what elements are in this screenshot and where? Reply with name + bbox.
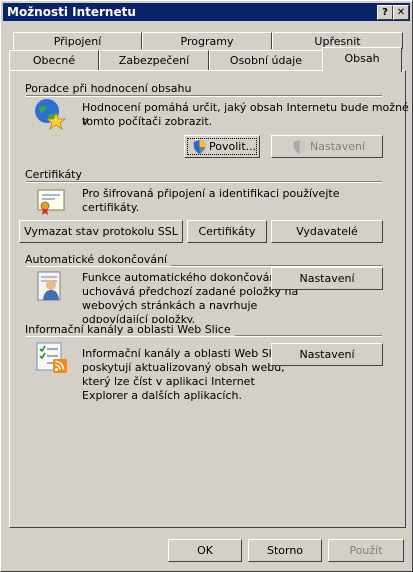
enable-label: Povolit... <box>209 140 257 153</box>
tab-general[interactable]: Obecné <box>9 50 99 70</box>
feeds-desc-3: který lze číst v aplikaci Internet <box>82 375 255 388</box>
tab-privacy[interactable]: Osobní údaje <box>209 50 323 70</box>
ok-button[interactable]: OK <box>168 539 242 562</box>
certificates-button[interactable]: Certifikáty <box>187 220 267 243</box>
globe-star-icon <box>35 99 66 130</box>
certificate-icon <box>37 189 65 215</box>
window-title: Možnosti Internetu <box>7 5 136 19</box>
autocomplete-desc-1: Funkce automatického dokončování <box>82 271 280 284</box>
autocomplete-settings-button[interactable]: Nastavení <box>271 267 383 290</box>
content-advisor-heading: Poradce při hodnocení obsahu <box>25 82 196 95</box>
feeds-desc-2: poskytují aktualizovaný obsah webů, <box>82 361 285 374</box>
feeds-desc-4: Explorer a dalších aplikacích. <box>82 389 242 402</box>
certificates-desc-2: certifikáty. <box>82 201 140 214</box>
feeds-icon <box>36 342 67 373</box>
autocomplete-desc-2: uchovává předchozí zadané položky na <box>82 285 299 298</box>
autocomplete-heading: Automatické dokončování <box>25 253 172 266</box>
certificates-heading: Certifikáty <box>25 168 87 181</box>
close-button[interactable]: ✕ <box>393 5 409 20</box>
internet-options-dialog: Možnosti Internetu ? ✕ Připojení Program… <box>0 0 413 572</box>
clear-ssl-state-button[interactable]: Vymazat stav protokolu SSL <box>19 220 183 243</box>
feeds-desc-1: Informační kanály a oblasti Web Slice <box>82 347 288 360</box>
feeds-settings-button[interactable]: Nastavení <box>271 343 383 366</box>
publishers-button[interactable]: Vydavatelé <box>271 220 383 243</box>
autocomplete-person-icon <box>37 271 61 301</box>
tab-security[interactable]: Zabezpečení <box>99 50 209 70</box>
title-bar: Možnosti Internetu ? ✕ <box>3 3 410 21</box>
tab-content[interactable]: Obsah <box>322 47 402 72</box>
content-advisor-settings-label: Nastavení <box>310 140 366 153</box>
certificates-desc-1: Pro šifrovaná připojení a identifikaci p… <box>82 187 340 200</box>
content-advisor-desc-2: tomto počítači zobrazit. <box>82 115 213 128</box>
shield-icon <box>293 140 306 154</box>
cancel-button[interactable]: Storno <box>248 539 322 562</box>
apply-button[interactable]: Použít <box>328 539 404 562</box>
autocomplete-desc-3: webových stránkách a navrhuje <box>82 299 258 312</box>
shield-icon <box>193 140 206 154</box>
help-button[interactable]: ? <box>377 5 393 20</box>
tab-programs[interactable]: Programy <box>142 32 272 49</box>
content-advisor-divider <box>26 95 382 97</box>
feeds-heading: Informační kanály a oblasti Web Slice <box>25 323 235 336</box>
content-advisor-settings-button[interactable]: Nastavení <box>271 135 383 158</box>
certificates-divider <box>26 181 382 183</box>
enable-content-advisor-button[interactable]: Povolit... <box>184 135 260 158</box>
tab-connections[interactable]: Připojení <box>13 32 142 49</box>
